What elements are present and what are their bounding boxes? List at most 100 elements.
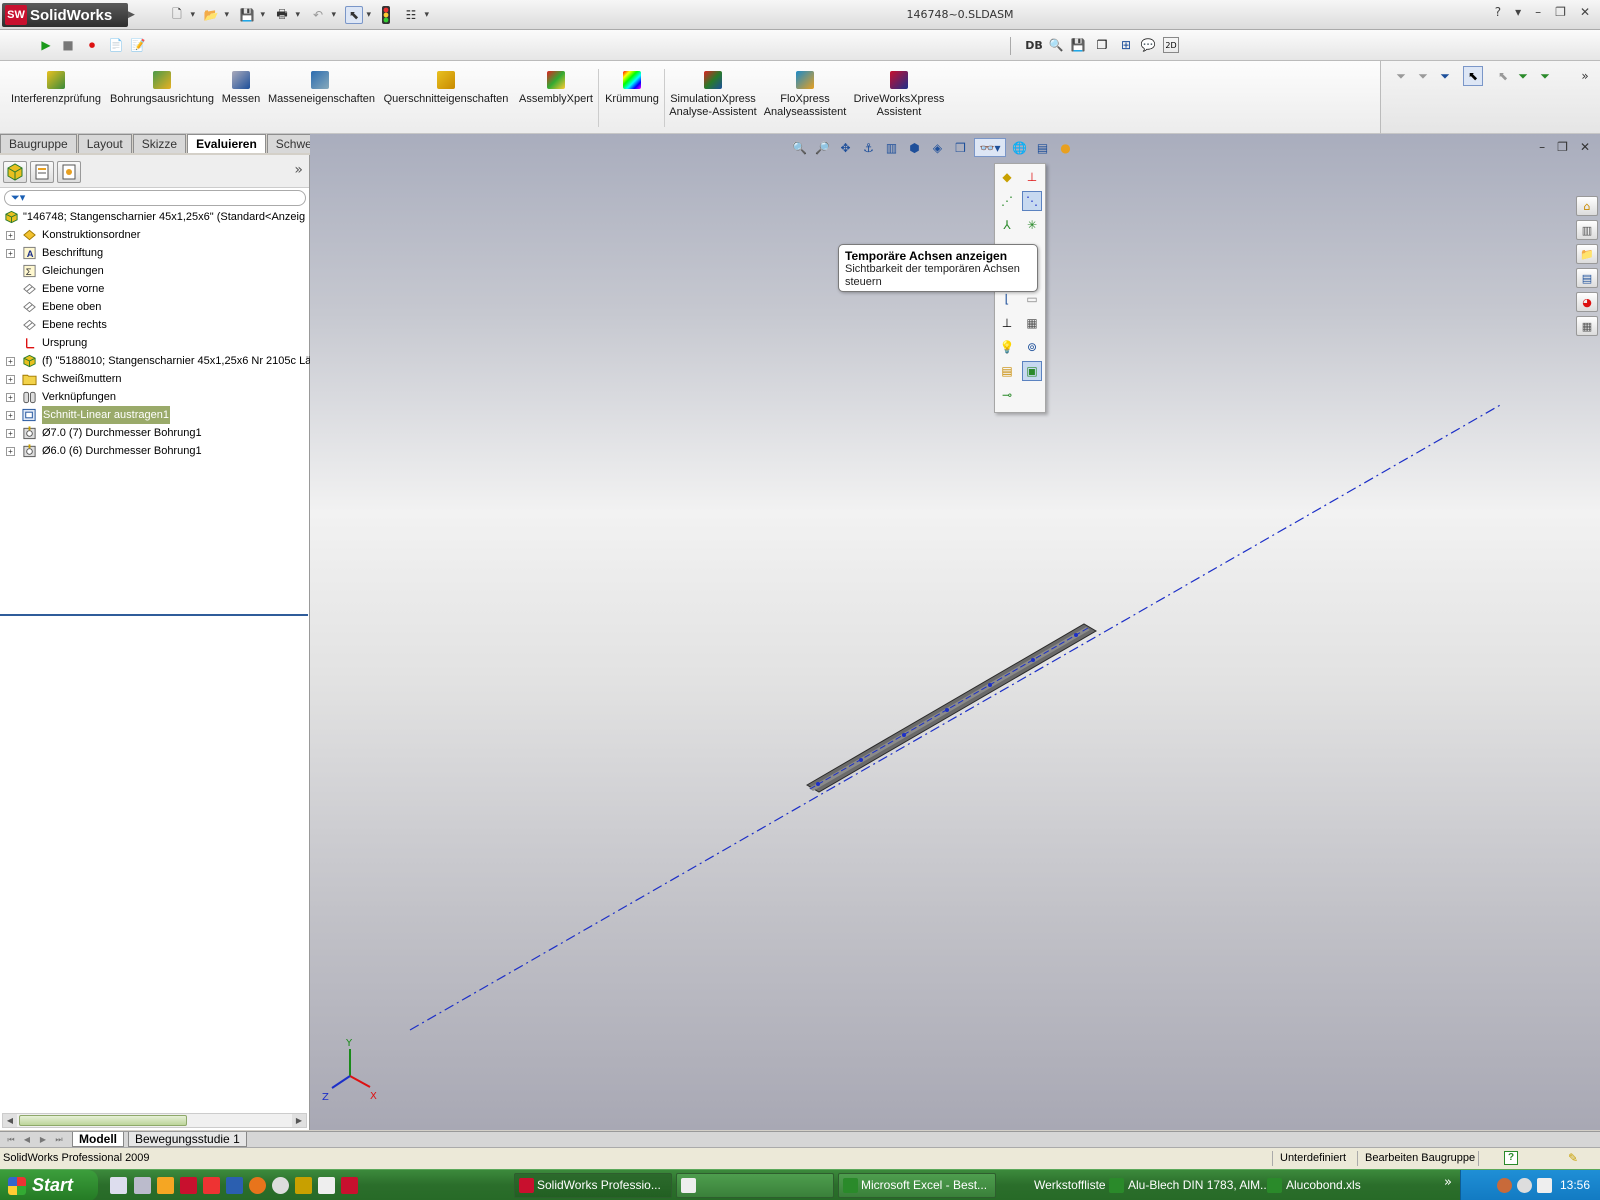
tray-app-icon[interactable] — [1537, 1178, 1552, 1193]
hole-alignment-button[interactable]: Bohrungsausrichtung — [109, 71, 215, 106]
view-grid-icon[interactable]: ▦ — [1022, 313, 1042, 333]
quicklaunch-sw-icon[interactable] — [180, 1177, 197, 1194]
help-dropdown-icon[interactable]: ▾ — [1515, 5, 1521, 19]
solidworks-logo[interactable]: SW SolidWorks — [2, 3, 128, 27]
minimize-icon[interactable]: – — [1535, 5, 1541, 19]
stop-macro-icon[interactable]: ■ — [60, 37, 76, 53]
view-temporary-axes-icon[interactable]: ⋱ — [1022, 191, 1042, 211]
db-button[interactable]: DB — [1023, 37, 1045, 53]
undo-icon[interactable]: ↶ — [309, 6, 336, 24]
view-coordinate-systems-icon[interactable]: ⅄ — [997, 215, 1017, 235]
tray-c-icon[interactable] — [1517, 1178, 1532, 1193]
filter-toggle-icon[interactable]: ⏷ — [1415, 68, 1431, 84]
quicklaunch-x-icon[interactable] — [203, 1177, 220, 1194]
view-sketches-icon[interactable]: ⌊ — [997, 289, 1017, 309]
taskbar-overflow-icon[interactable]: » — [1444, 1175, 1452, 1190]
quicklaunch-outlook-icon[interactable] — [157, 1177, 174, 1194]
tree-item[interactable]: Ebene oben — [0, 298, 310, 316]
expand-toggle-icon[interactable]: + — [6, 411, 15, 420]
tree-item[interactable]: + Ø7.0 (7) Durchmesser Bohrung1 — [0, 424, 310, 442]
task-werkstoffliste[interactable]: Werkstoffliste — [1012, 1173, 1106, 1198]
view-cameras-icon[interactable]: ⊚ — [1022, 337, 1042, 357]
close-icon[interactable]: ✕ — [1580, 5, 1590, 19]
tree-root[interactable]: "146748; Stangenscharnier 45x1,25x6" (St… — [0, 208, 310, 226]
tree-item[interactable]: + Verknüpfungen — [0, 388, 310, 406]
view-sketch-planes-icon[interactable]: ▭ — [1022, 289, 1042, 309]
tree-item[interactable]: Σ Gleichungen — [0, 262, 310, 280]
tab-layout[interactable]: Layout — [77, 134, 132, 153]
filter-clear-icon[interactable]: ⏷ — [1437, 68, 1453, 84]
new-macro-icon[interactable]: 📄 — [108, 37, 124, 53]
view-weld-beads-icon[interactable]: ▣ — [1022, 361, 1042, 381]
save-all-icon[interactable]: 💾 — [1070, 37, 1086, 53]
interference-check-button[interactable]: Interferenzprüfung — [8, 71, 104, 106]
view-routing-points-icon[interactable]: ⊸ — [997, 385, 1017, 405]
view-axes-icon[interactable]: ⋰ — [997, 191, 1017, 211]
select-icon[interactable]: ⬉ — [1463, 66, 1483, 86]
tray-back-icon[interactable] — [1497, 1178, 1512, 1193]
configuration-manager-tab-icon[interactable] — [57, 161, 81, 183]
tree-item[interactable]: + (f) "5188010; Stangenscharnier 45x1,25x… — [0, 352, 310, 370]
quicklaunch-tool-icon[interactable] — [295, 1177, 312, 1194]
edit-macro-icon[interactable]: 📝 — [130, 37, 146, 53]
view-decals-icon[interactable]: ▤ — [997, 361, 1017, 381]
filter-select-icon[interactable]: ⬉ — [1495, 68, 1511, 84]
quicklaunch-desktop-icon[interactable] — [134, 1177, 151, 1194]
solidworks-resources-icon[interactable]: ⌂ — [1576, 196, 1598, 216]
tree-item[interactable]: + Konstruktionsordner — [0, 226, 310, 244]
tab-modell[interactable]: Modell — [72, 1132, 124, 1147]
expand-toggle-icon[interactable]: + — [6, 393, 15, 402]
hierarchy-icon[interactable]: ⊞ — [1118, 37, 1134, 53]
open-folder-icon[interactable]: 📂 — [202, 6, 229, 24]
select-arrow-icon[interactable]: ⬉ — [345, 6, 371, 24]
rollback-bar[interactable] — [0, 614, 308, 616]
last-tab-icon[interactable]: ⏭ — [52, 1133, 66, 1146]
comment-icon[interactable]: 💬 — [1140, 37, 1156, 53]
view-palette-icon[interactable]: ▤ — [1576, 268, 1598, 288]
copy-icon[interactable]: ❐ — [1094, 37, 1110, 53]
start-button[interactable]: Start — [0, 1170, 98, 1200]
feature-manager-tab-icon[interactable] — [3, 161, 27, 183]
expand-toggle-icon[interactable]: + — [6, 447, 15, 456]
first-tab-icon[interactable]: ⏮ — [4, 1133, 18, 1146]
measure-button[interactable]: Messen — [220, 71, 262, 106]
quicklaunch-app-icon[interactable] — [272, 1177, 289, 1194]
rebuild-traffic-light-icon[interactable] — [377, 6, 395, 24]
horizontal-scrollbar[interactable]: ◀ ▶ — [2, 1113, 307, 1128]
filter-edges-icon[interactable]: ⏷ — [1515, 68, 1531, 84]
filter-icon[interactable]: ⏷ — [1393, 68, 1409, 84]
view-origins-icon[interactable]: ⊥ — [1022, 167, 1042, 187]
filter-faces-icon[interactable]: ⏷ — [1537, 68, 1553, 84]
view-dimensions-icon[interactable]: ⊥ — [997, 313, 1017, 333]
simulationxpress-button[interactable]: SimulationXpress Analyse-Assistent — [668, 71, 758, 119]
file-explorer-icon[interactable]: 📁 — [1576, 244, 1598, 264]
task-alu-blech[interactable]: Alu-Blech DIN 1783, AlM... — [1106, 1173, 1270, 1198]
quicklaunch-solidworks-icon[interactable] — [341, 1177, 358, 1194]
quicklaunch-calendar-icon[interactable] — [318, 1177, 335, 1194]
appearances-scenes-icon[interactable]: ◕ — [1576, 292, 1598, 312]
mass-properties-button[interactable]: Masseneigenschaften — [268, 71, 375, 106]
collapse-panel-icon[interactable]: » — [294, 162, 303, 178]
graphics-area[interactable]: 🔍 🔎 ✥ ⚓ ▥ ⬢ ◈ ❒ 👓▾ 🌐 ▤ ● – ❐ ✕ Y X Z ◆ ⊥… — [310, 134, 1600, 1130]
options-icon[interactable]: ☷ — [402, 6, 429, 24]
tab-bewegungsstudie[interactable]: Bewegungsstudie 1 — [128, 1132, 247, 1147]
floxpress-button[interactable]: FloXpress Analyseassistent — [762, 71, 848, 119]
tree-item[interactable]: + Schnitt-Linear austragen1 — [0, 406, 310, 424]
print-icon[interactable]: 🖶 — [273, 6, 300, 24]
driveworksxpress-button[interactable]: DriveWorksXpress Assistent — [852, 71, 946, 119]
view-points-icon[interactable]: ✳ — [1022, 215, 1042, 235]
assemblyxpert-button[interactable]: AssemblyXpert — [519, 71, 593, 106]
task-excel[interactable]: Microsoft Excel - Best... — [838, 1173, 996, 1198]
view-planes-icon[interactable]: ◆ — [997, 167, 1017, 187]
tree-item[interactable]: + Ø6.0 (6) Durchmesser Bohrung1 — [0, 442, 310, 460]
hinge-part[interactable] — [806, 623, 1097, 793]
quick-tips-icon[interactable]: ? — [1504, 1151, 1518, 1165]
custom-properties-icon[interactable]: ▦ — [1576, 316, 1598, 336]
tab-baugruppe[interactable]: Baugruppe — [0, 134, 77, 153]
search-icon[interactable]: 🔍 — [1048, 37, 1064, 53]
design-library-icon[interactable]: ▥ — [1576, 220, 1598, 240]
play-macro-icon[interactable]: ▶ — [38, 37, 54, 53]
quicklaunch-ie-icon[interactable] — [110, 1177, 127, 1194]
2d-icon[interactable]: 2D — [1163, 37, 1179, 53]
prev-tab-icon[interactable]: ◀ — [20, 1133, 34, 1146]
